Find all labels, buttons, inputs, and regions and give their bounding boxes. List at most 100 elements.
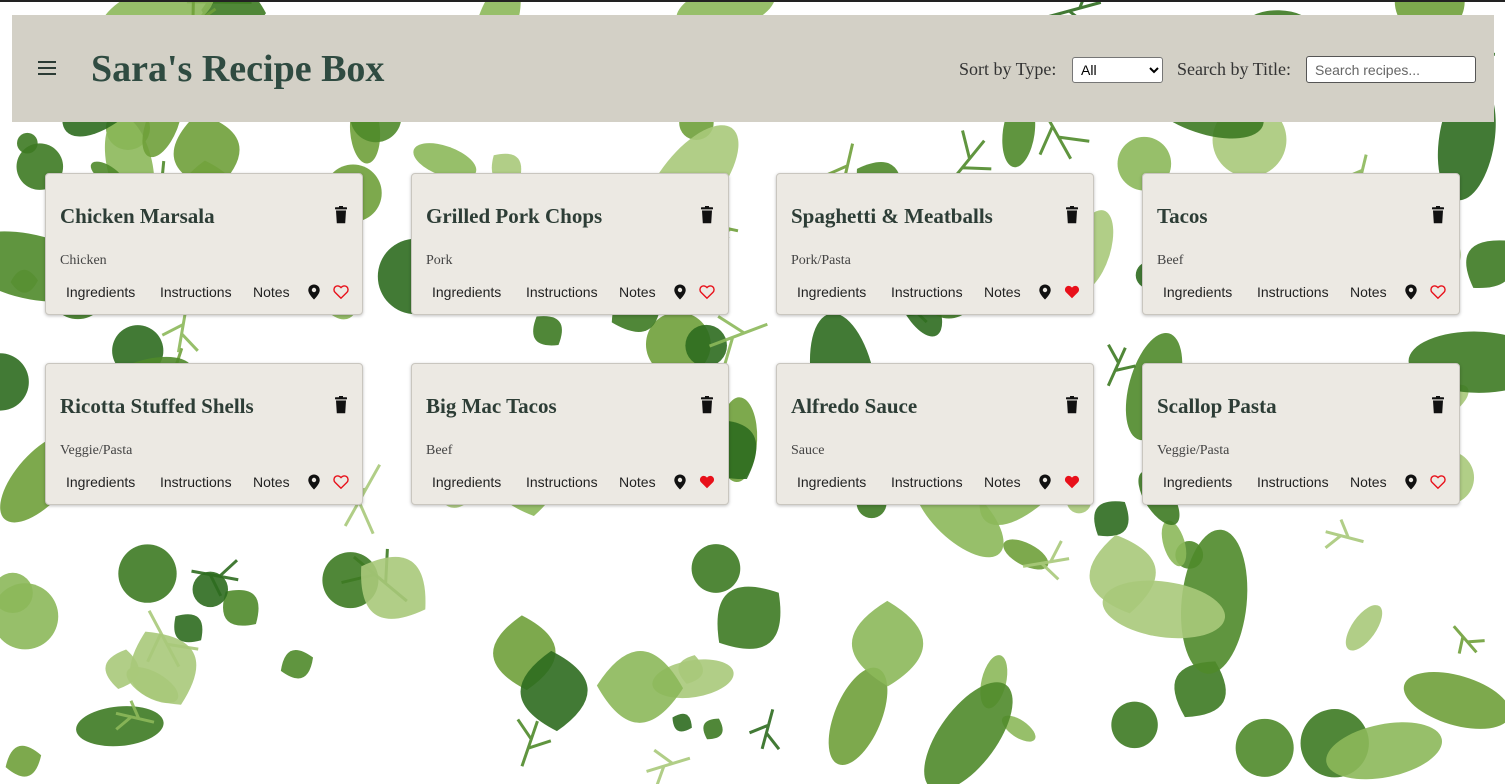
notes-link[interactable]: Notes xyxy=(984,284,1021,300)
recipe-type: Chicken xyxy=(60,253,107,268)
decorative-leaf xyxy=(1235,718,1294,777)
trash-icon[interactable] xyxy=(699,206,715,224)
trash-icon[interactable] xyxy=(333,396,349,414)
ingredients-link[interactable]: Ingredients xyxy=(432,474,501,490)
trash-icon[interactable] xyxy=(1430,396,1446,414)
decorative-leaf xyxy=(0,353,29,411)
decorative-leaf xyxy=(748,708,781,751)
map-pin-icon[interactable] xyxy=(672,474,688,490)
trash-icon[interactable] xyxy=(699,396,715,414)
recipe-card: Big Mac Tacos Beef Ingredients Instructions… xyxy=(411,363,729,505)
decorative-leaf xyxy=(1111,701,1158,749)
decorative-leaf xyxy=(1452,625,1485,654)
search-by-title-label: Search by Title: xyxy=(1177,59,1292,79)
notes-link[interactable]: Notes xyxy=(619,284,656,300)
decorative-leaf xyxy=(192,571,229,608)
instructions-link[interactable]: Instructions xyxy=(891,284,963,300)
ingredients-link[interactable]: Ingredients xyxy=(432,284,501,300)
decorative-leaf xyxy=(685,324,727,367)
recipe-card: Spaghetti & Meatballs Pork/Pasta Ingredien… xyxy=(776,173,1094,315)
decorative-leaf xyxy=(0,583,59,650)
heart-outline-icon[interactable] xyxy=(333,474,349,490)
trash-icon[interactable] xyxy=(333,206,349,224)
search-input[interactable] xyxy=(1306,56,1476,83)
recipe-card: Chicken Marsala Chicken Ingredients Instruc… xyxy=(45,173,363,315)
decorative-leaf xyxy=(646,748,691,784)
recipe-card: Scallop Pasta Veggie/Pasta Ingredients Inst… xyxy=(1142,363,1460,505)
window-top-border xyxy=(0,0,1505,2)
instructions-link[interactable]: Instructions xyxy=(1257,284,1329,300)
heart-outline-icon[interactable] xyxy=(699,284,715,300)
decorative-leaf xyxy=(672,713,692,732)
notes-link[interactable]: Notes xyxy=(619,474,656,490)
ingredients-link[interactable]: Ingredients xyxy=(66,474,135,490)
recipe-type: Sauce xyxy=(791,443,825,458)
ingredients-link[interactable]: Ingredients xyxy=(1163,474,1232,490)
ingredients-link[interactable]: Ingredients xyxy=(66,284,135,300)
ingredients-link[interactable]: Ingredients xyxy=(797,474,866,490)
recipe-card: Grilled Pork Chops Pork Ingredients Instruc… xyxy=(411,173,729,315)
instructions-link[interactable]: Instructions xyxy=(1257,474,1329,490)
map-pin-icon[interactable] xyxy=(1403,474,1419,490)
decorative-leaf xyxy=(1345,605,1383,651)
sort-by-type-label: Sort by Type: xyxy=(959,59,1057,79)
notes-link[interactable]: Notes xyxy=(984,474,1021,490)
recipe-title: Scallop Pasta xyxy=(1157,394,1277,418)
ingredients-link[interactable]: Ingredients xyxy=(1163,284,1232,300)
trash-icon[interactable] xyxy=(1064,396,1080,414)
trash-icon[interactable] xyxy=(1064,206,1080,224)
recipe-type: Pork/Pasta xyxy=(791,253,851,268)
decorative-leaf xyxy=(118,544,177,603)
decorative-leaf xyxy=(1324,519,1364,550)
instructions-link[interactable]: Instructions xyxy=(160,474,232,490)
recipe-card: Tacos Beef Ingredients Instructions Notes xyxy=(1142,173,1460,315)
recipe-title: Big Mac Tacos xyxy=(426,394,557,418)
map-pin-icon[interactable] xyxy=(306,284,322,300)
heart-filled-icon[interactable] xyxy=(1064,284,1080,300)
notes-link[interactable]: Notes xyxy=(1350,284,1387,300)
ingredients-link[interactable]: Ingredients xyxy=(797,284,866,300)
recipe-card: Ricotta Stuffed Shells Veggie/Pasta Ingred… xyxy=(45,363,363,505)
heart-filled-icon[interactable] xyxy=(1064,474,1080,490)
decorative-leaf xyxy=(596,650,684,723)
recipe-type: Veggie/Pasta xyxy=(60,443,133,458)
recipe-type: Beef xyxy=(1157,253,1184,268)
decorative-leaf xyxy=(691,544,741,593)
recipe-type: Pork xyxy=(426,253,453,268)
map-pin-icon[interactable] xyxy=(672,284,688,300)
recipe-title: Ricotta Stuffed Shells xyxy=(60,394,254,418)
trash-icon[interactable] xyxy=(1430,206,1446,224)
notes-link[interactable]: Notes xyxy=(253,284,290,300)
heart-filled-icon[interactable] xyxy=(699,474,715,490)
sort-by-type-select[interactable]: All xyxy=(1072,57,1163,83)
recipe-card: Alfredo Sauce Sauce Ingredients Instruction… xyxy=(776,363,1094,505)
decorative-leaf xyxy=(280,649,314,679)
instructions-link[interactable]: Instructions xyxy=(891,474,963,490)
recipe-title: Spaghetti & Meatballs xyxy=(791,204,993,228)
recipe-title: Tacos xyxy=(1157,204,1208,228)
instructions-link[interactable]: Instructions xyxy=(526,284,598,300)
heart-outline-icon[interactable] xyxy=(1430,474,1446,490)
heart-outline-icon[interactable] xyxy=(333,284,349,300)
instructions-link[interactable]: Instructions xyxy=(526,474,598,490)
map-pin-icon[interactable] xyxy=(1037,284,1053,300)
recipe-title: Chicken Marsala xyxy=(60,204,215,228)
menu-icon[interactable] xyxy=(34,56,60,80)
decorative-leaf xyxy=(5,745,42,777)
app-header: Sara's Recipe Box Sort by Type: All Sear… xyxy=(12,15,1494,122)
map-pin-icon[interactable] xyxy=(1403,284,1419,300)
recipe-title: Grilled Pork Chops xyxy=(426,204,603,228)
map-pin-icon[interactable] xyxy=(1037,474,1053,490)
notes-link[interactable]: Notes xyxy=(1350,474,1387,490)
page-title: Sara's Recipe Box xyxy=(91,48,385,90)
heart-outline-icon[interactable] xyxy=(1430,284,1446,300)
map-pin-icon[interactable] xyxy=(306,474,322,490)
recipe-type: Beef xyxy=(426,443,453,458)
decorative-leaf xyxy=(703,718,723,740)
decorative-leaf xyxy=(1003,539,1049,570)
instructions-link[interactable]: Instructions xyxy=(160,284,232,300)
notes-link[interactable]: Notes xyxy=(253,474,290,490)
recipe-type: Veggie/Pasta xyxy=(1157,443,1230,458)
decorative-leaf xyxy=(1466,240,1505,288)
recipe-title: Alfredo Sauce xyxy=(791,394,918,418)
